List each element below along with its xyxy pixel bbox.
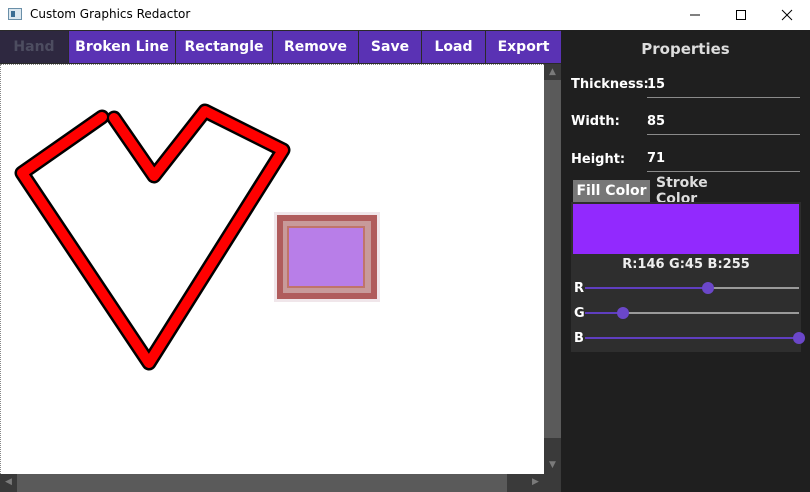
thickness-label: Thickness: (571, 77, 649, 92)
width-field[interactable]: 85 (647, 114, 800, 135)
r-slider[interactable] (585, 282, 799, 294)
r-slider-fill (585, 287, 708, 289)
rgb-readout: R:146 G:45 B:255 (622, 257, 750, 272)
r-slider-thumb[interactable] (701, 282, 714, 294)
width-label: Width: (571, 114, 620, 129)
maximize-icon (736, 10, 746, 20)
load-button[interactable]: Load (422, 31, 485, 63)
g-slider-label: G (574, 306, 585, 321)
scroll-left-icon[interactable]: ◀ (0, 474, 17, 491)
b-slider-thumb[interactable] (793, 332, 805, 344)
toolbar: Hand Broken Line Rectangle Remove Save L… (0, 30, 561, 64)
properties-panel: Properties Thickness: 15 Width: 85 Heigh… (561, 30, 810, 492)
export-button[interactable]: Export (486, 31, 561, 63)
scroll-right-icon[interactable]: ▶ (527, 474, 544, 491)
minimize-button[interactable] (672, 0, 718, 30)
vertical-scroll-thumb[interactable] (544, 80, 561, 438)
thickness-field[interactable]: 15 (647, 77, 800, 98)
b-slider-fill (585, 337, 799, 339)
scroll-up-icon[interactable]: ▲ (544, 64, 561, 81)
minimize-icon (690, 14, 700, 16)
b-slider-label: B (574, 331, 584, 346)
drawing-canvas[interactable] (0, 64, 544, 474)
rectangle-button[interactable]: Rectangle (176, 31, 272, 63)
rectangle-shape[interactable] (274, 212, 380, 302)
remove-button[interactable]: Remove (273, 31, 358, 63)
title-bar: Custom Graphics Redactor (0, 0, 810, 30)
scroll-down-icon[interactable]: ▼ (544, 457, 561, 474)
canvas-svg (14, 103, 380, 371)
broken-line-button[interactable]: Broken Line (69, 31, 175, 63)
color-picker: R:146 G:45 B:255 R G B (571, 202, 805, 352)
app-window-icon (8, 8, 22, 20)
broken-line-shape[interactable] (14, 103, 291, 371)
g-slider[interactable] (585, 307, 799, 319)
save-button[interactable]: Save (359, 31, 421, 63)
g-slider-thumb[interactable] (616, 307, 629, 319)
maximize-button[interactable] (718, 0, 764, 30)
tab-fill-color[interactable]: Fill Color (573, 180, 650, 202)
tab-stroke-color[interactable]: Stroke Color (656, 175, 740, 207)
color-swatch (573, 204, 799, 254)
close-button[interactable] (764, 0, 810, 30)
scroll-corner (544, 474, 561, 492)
window-title: Custom Graphics Redactor (30, 7, 191, 21)
horizontal-scroll-thumb[interactable] (17, 474, 507, 492)
height-field[interactable]: 71 (647, 151, 800, 172)
hand-button[interactable]: Hand (0, 31, 68, 63)
b-slider[interactable] (585, 332, 805, 344)
close-icon (781, 9, 793, 21)
height-label: Height: (571, 152, 626, 167)
r-slider-label: R (574, 281, 585, 296)
panel-title: Properties (641, 40, 730, 58)
